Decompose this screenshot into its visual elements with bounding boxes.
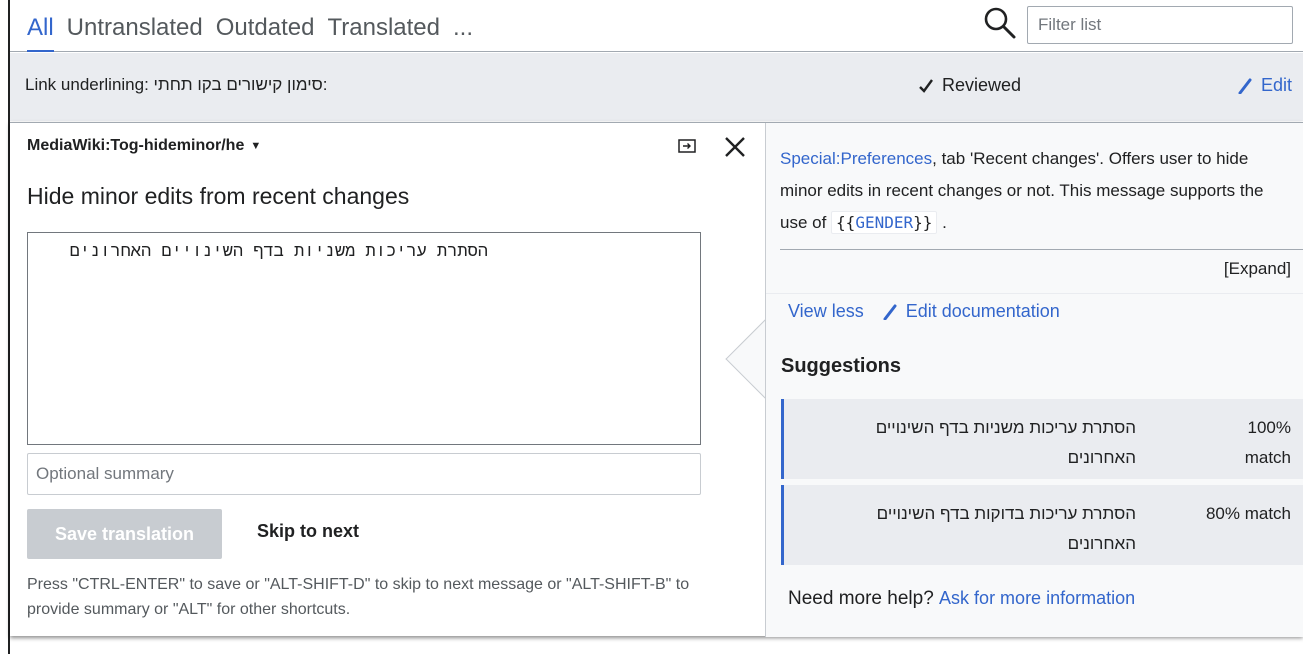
gender-var: GENDER bbox=[855, 213, 914, 232]
save-translation-button[interactable]: Save translation bbox=[27, 509, 222, 559]
source-message-text: Hide minor edits from recent changes bbox=[27, 183, 410, 209]
filter-tabs-bar: All Untranslated Outdated Translated ... bbox=[10, 0, 1303, 52]
editor-main-pane: MediaWiki:Tog-hideminor/he ▼ Hide minor … bbox=[10, 123, 765, 637]
suggestion-item[interactable]: הסתרת עריכות משניות בדף השינויים האחרוני… bbox=[781, 399, 1303, 479]
message-row-previous[interactable]: Link underlining: סימון קישורים בקו תחתי… bbox=[10, 53, 1303, 121]
filter-list-input[interactable] bbox=[1027, 6, 1293, 44]
reviewed-label: Reviewed bbox=[942, 75, 1022, 95]
doc-text-part2: . bbox=[937, 213, 947, 232]
doc-divider-2 bbox=[766, 293, 1303, 294]
edit-documentation-link[interactable]: Edit documentation bbox=[882, 301, 1060, 322]
row-source-text: Link underlining: סימון קישורים בקו תחתי… bbox=[25, 75, 328, 94]
edit-documentation-label: Edit documentation bbox=[905, 301, 1060, 321]
left-edge bbox=[0, 0, 10, 654]
close-icon[interactable] bbox=[724, 136, 746, 158]
more-help: Need more help? Ask for more information bbox=[788, 588, 1135, 610]
suggestion-match: 100% match bbox=[1244, 418, 1291, 467]
tab-all[interactable]: All bbox=[27, 14, 54, 52]
shortcut-help-text: Press "CTRL-ENTER" to save or "ALT-SHIFT… bbox=[27, 576, 690, 618]
expand-toggle[interactable]: [Expand] bbox=[1224, 259, 1291, 279]
suggestion-match: 80% match bbox=[1205, 504, 1291, 523]
doc-actions: View less Edit documentation bbox=[788, 301, 1060, 322]
pencil-icon bbox=[1238, 78, 1252, 94]
tab-translated[interactable]: Translated bbox=[328, 14, 441, 52]
caret-down-icon: ▼ bbox=[250, 140, 262, 152]
tabs: All Untranslated Outdated Translated ... bbox=[27, 14, 486, 52]
doc-divider bbox=[780, 249, 1303, 250]
special-preferences-link[interactable]: Special:Preferences bbox=[780, 149, 932, 168]
reviewed-status: Reviewed bbox=[918, 75, 1021, 96]
summary-input[interactable] bbox=[27, 453, 701, 495]
gender-magic-word: {{GENDER}} bbox=[831, 211, 938, 234]
suggestion-text: הסתרת עריכות משניות בדף השינויים האחרוני… bbox=[875, 418, 1136, 467]
tab-more[interactable]: ... bbox=[453, 14, 473, 52]
check-icon bbox=[919, 78, 933, 93]
pencil-icon bbox=[883, 304, 897, 320]
translation-textarea[interactable]: הסתרת עריכות משניות בדף השינויים האחרוני… bbox=[27, 232, 701, 445]
editor-info-pane: Special:Preferences, tab 'Recent changes… bbox=[765, 123, 1303, 637]
expand-editor-icon[interactable] bbox=[678, 139, 696, 153]
message-key-dropdown[interactable]: MediaWiki:Tog-hideminor/he ▼ bbox=[27, 137, 261, 155]
view-less-link[interactable]: View less bbox=[788, 301, 864, 322]
edit-link[interactable]: Edit bbox=[1237, 75, 1292, 96]
edit-label: Edit bbox=[1261, 75, 1293, 95]
translation-text: הסתרת עריכות משניות בדף השינויים האחרוני… bbox=[69, 241, 488, 261]
message-documentation: Special:Preferences, tab 'Recent changes… bbox=[780, 143, 1292, 239]
ask-for-more-information-link[interactable]: Ask for more information bbox=[939, 588, 1135, 608]
search-icon[interactable] bbox=[983, 6, 1017, 40]
suggestions-heading: Suggestions bbox=[781, 355, 902, 377]
tab-untranslated[interactable]: Untranslated bbox=[67, 14, 203, 52]
message-key: MediaWiki:Tog-hideminor/he bbox=[27, 137, 245, 154]
suggestion-item[interactable]: הסתרת עריכות בדוקות בדף השינויים האחרוני… bbox=[781, 485, 1303, 565]
suggestion-text: הסתרת עריכות בדוקות בדף השינויים האחרוני… bbox=[876, 504, 1136, 553]
translation-editor: MediaWiki:Tog-hideminor/he ▼ Hide minor … bbox=[10, 122, 1303, 637]
skip-to-next-button[interactable]: Skip to next bbox=[257, 521, 359, 542]
tab-outdated[interactable]: Outdated bbox=[216, 14, 315, 52]
more-help-prefix: Need more help? bbox=[788, 588, 934, 609]
